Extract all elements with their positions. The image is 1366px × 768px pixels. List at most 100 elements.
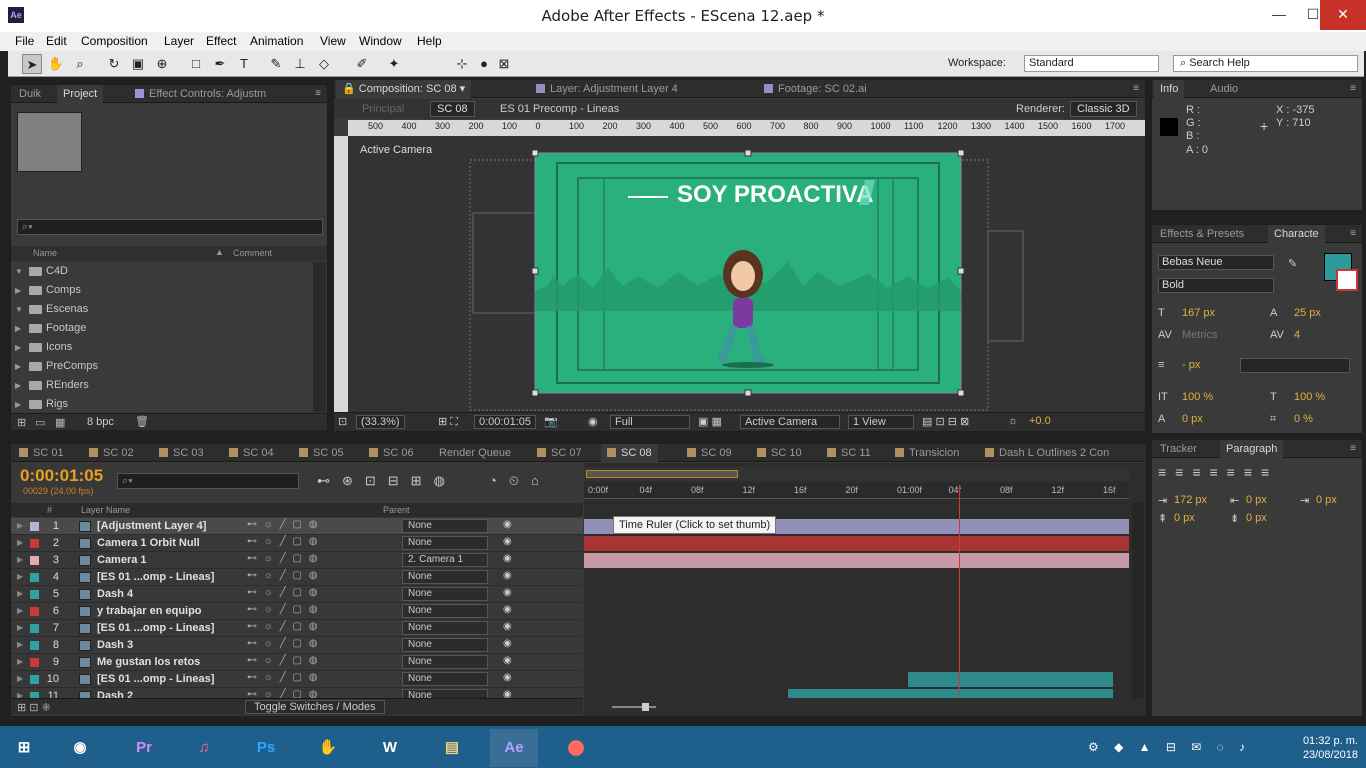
pan-behind-tool-icon[interactable]: ⊕ (152, 54, 172, 74)
breadcrumb-sc08[interactable]: SC 08 (430, 101, 475, 117)
indent-left-value[interactable]: 172 px (1174, 494, 1207, 506)
hand-tool-icon[interactable]: ✋ (46, 54, 66, 74)
parent-dropdown[interactable]: None (402, 536, 488, 550)
selection-tool-icon[interactable]: ➤ (22, 54, 42, 74)
expand-arrow-icon[interactable]: ▶ (17, 674, 23, 683)
layer-duration-bar[interactable] (788, 689, 1113, 698)
toggle-pixel-icon[interactable]: ▤ ⊡ ⊟ ⊠ (922, 415, 969, 428)
tab-sc10[interactable]: SC 10 (751, 444, 808, 462)
puppet-tool-icon[interactable]: ✦ (384, 54, 404, 74)
layer-name[interactable]: [ES 01 ...omp - Lineas] (97, 622, 214, 634)
label-color-swatch[interactable] (30, 522, 39, 531)
zoom-slider-thumb[interactable] (642, 703, 649, 711)
column-hash[interactable]: # (47, 505, 52, 515)
column-comment[interactable]: Comment (233, 248, 272, 258)
visibility-eye-icon[interactable]: ◉ (503, 570, 512, 581)
layer-switches[interactable]: ⊷ ☼ ╱ ▢ ◍ (247, 604, 319, 615)
system-clock[interactable]: 01:32 p. m. 23/08/2018 (1303, 734, 1358, 762)
brush-tool-icon[interactable]: ✎ (266, 54, 286, 74)
layer-switches[interactable]: ⊷ ☼ ╱ ▢ ◍ (247, 621, 319, 632)
resolution-dropdown[interactable]: Full (610, 415, 690, 429)
folder-rigs[interactable]: ▶ Rigs (11, 395, 311, 414)
visibility-eye-icon[interactable]: ◉ (503, 519, 512, 530)
parent-dropdown[interactable]: 2. Camera 1 (402, 553, 488, 567)
parent-dropdown[interactable]: None (402, 570, 488, 584)
layer-switches[interactable]: ⊷ ☼ ╱ ▢ ◍ (247, 536, 319, 547)
space-before-value[interactable]: 0 px (1174, 512, 1195, 524)
tab-sc09[interactable]: SC 09 (681, 444, 738, 462)
layer-row[interactable]: ▶ 9 Me gustan los retos ⊷ ☼ ╱ ▢ ◍ None ◉ (11, 654, 583, 671)
grid-icon[interactable]: ⊞ ⛶ (438, 415, 458, 429)
folder-footage[interactable]: ▶ Footage (11, 319, 311, 338)
bpc-label[interactable]: 8 bpc (87, 416, 114, 428)
column-name[interactable]: Name (33, 248, 57, 258)
visibility-eye-icon[interactable]: ◉ (503, 638, 512, 649)
layer-switches[interactable]: ⊷ ☼ ╱ ▢ ◍ (247, 655, 319, 666)
tab-tracker[interactable]: Tracker (1154, 440, 1203, 458)
project-scrollbar[interactable] (313, 262, 326, 412)
indent-first-value[interactable]: 0 px (1246, 494, 1267, 506)
tab-render-queue[interactable]: Render Queue (433, 444, 517, 462)
menu-edit[interactable]: Edit (46, 34, 67, 48)
menu-effect[interactable]: Effect (206, 34, 236, 48)
leading-value[interactable]: 25 px (1294, 307, 1321, 319)
tab-effects-presets[interactable]: Effects & Presets (1154, 225, 1250, 243)
type-tool-icon[interactable]: T (234, 54, 254, 74)
layer-switches[interactable]: ⊷ ☼ ╱ ▢ ◍ (247, 689, 319, 698)
folder-icons[interactable]: ▶ Icons (11, 338, 311, 357)
layer-row[interactable]: ▶ 8 Dash 3 ⊷ ☼ ╱ ▢ ◍ None ◉ (11, 637, 583, 654)
tab-dash-outlines[interactable]: Dash L Outlines 2 Con (979, 444, 1115, 462)
windows-start-icon[interactable]: ⊞ (0, 729, 48, 767)
layer-name[interactable]: y trabajar en equipo (97, 605, 202, 617)
tab-paragraph[interactable]: Paragraph (1220, 440, 1284, 458)
exposure-value[interactable]: +0.0 (1029, 415, 1051, 427)
label-color-swatch[interactable] (30, 641, 39, 650)
eraser-tool-icon[interactable]: ◇ (314, 54, 334, 74)
vertical-ruler[interactable] (334, 136, 348, 412)
snapshot-icon[interactable]: 📷 (544, 415, 558, 428)
project-search-input[interactable]: ⌕▾ (17, 219, 323, 235)
layer-duration-bar[interactable] (584, 536, 1129, 551)
menu-animation[interactable]: Animation (250, 34, 303, 48)
view-layout-dropdown[interactable]: 1 View (848, 415, 914, 429)
close-button[interactable]: ✕ (1320, 0, 1366, 30)
breadcrumb-es01-precomp[interactable]: ES 01 Precomp - Lineas (500, 103, 619, 115)
parent-dropdown[interactable]: None (402, 519, 488, 533)
menu-help[interactable]: Help (417, 34, 442, 48)
menu-composition[interactable]: Composition (81, 34, 148, 48)
layer-duration-bar[interactable] (908, 672, 1113, 687)
column-parent[interactable]: Parent (383, 505, 410, 515)
stroke-width-value[interactable]: - px (1182, 359, 1200, 371)
folder-c4d[interactable]: ▼ C4D (11, 262, 311, 281)
label-color-swatch[interactable] (30, 658, 39, 667)
itunes-icon[interactable]: ♫ (180, 729, 228, 767)
roto-brush-tool-icon[interactable]: ✐ (352, 54, 372, 74)
breadcrumb-principal[interactable]: Principal (362, 103, 404, 115)
layer-switches[interactable]: ⊷ ☼ ╱ ▢ ◍ (247, 672, 319, 683)
expand-arrow-icon[interactable]: ▶ (17, 691, 23, 698)
folder-precomps[interactable]: ▶ PreComps (11, 357, 311, 376)
zoom-slider-bar[interactable] (584, 699, 1129, 715)
stroke-color-swatch[interactable] (1336, 269, 1358, 291)
label-color-swatch[interactable] (30, 539, 39, 548)
menu-view[interactable]: View (320, 34, 346, 48)
tab-footage-sc02[interactable]: Footage: SC 02.ai (758, 80, 873, 98)
work-area-bar[interactable] (584, 467, 1129, 481)
view-axis-icon[interactable]: ⊠ (494, 54, 514, 74)
layer-row[interactable]: ▶ 11 Dash 2 ⊷ ☼ ╱ ▢ ◍ None ◉ (11, 688, 583, 698)
color-channels-icon[interactable]: ◉ (588, 415, 598, 428)
layer-switches[interactable]: ⊷ ☼ ╱ ▢ ◍ (247, 553, 319, 564)
folder-comps[interactable]: ▶ Comps (11, 281, 311, 300)
tab-audio[interactable]: Audio (1204, 80, 1244, 98)
tracking-value[interactable]: 4 (1294, 329, 1300, 341)
parent-dropdown[interactable]: None (402, 672, 488, 686)
tab-effect-controls[interactable]: Effect Controls: Adjustm (129, 85, 272, 103)
tab-duik[interactable]: Duik (13, 85, 47, 103)
layer-name[interactable]: [ES 01 ...omp - Lineas] (97, 571, 214, 583)
screen-recorder-icon[interactable]: ⬤ (552, 729, 600, 767)
paragraph-align-buttons[interactable]: ≡≡≡≡≡≡≡ (1158, 464, 1278, 480)
baseline-shift-value[interactable]: 0 px (1182, 413, 1203, 425)
premiere-icon[interactable]: Pr (120, 729, 168, 767)
layer-name[interactable]: [Adjustment Layer 4] (97, 520, 206, 532)
region-of-interest-icon[interactable]: ▣ ▦ (698, 415, 722, 428)
